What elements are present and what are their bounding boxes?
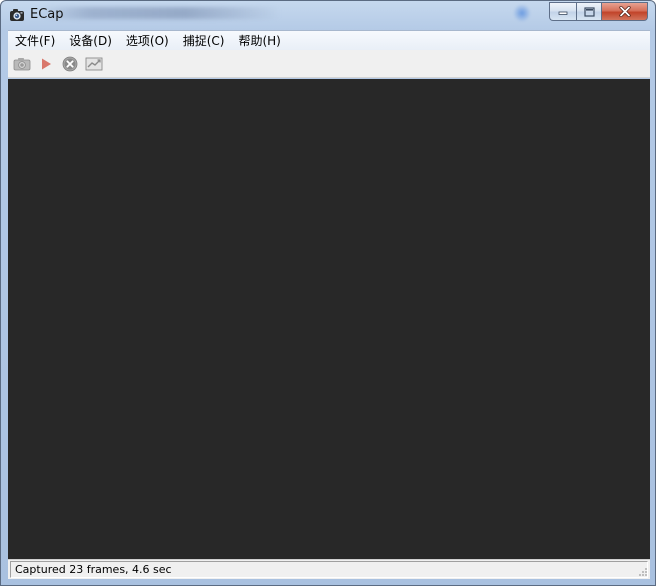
menu-options[interactable]: 选项(O) <box>119 32 176 50</box>
menu-file[interactable]: 文件(F) <box>8 32 62 50</box>
menu-device[interactable]: 设备(D) <box>62 32 119 50</box>
start-capture-button[interactable] <box>35 53 57 75</box>
resize-grip-icon[interactable] <box>638 567 648 577</box>
close-icon <box>618 6 631 17</box>
camera-icon <box>13 57 31 70</box>
video-preview-area[interactable] <box>8 79 650 559</box>
toolbar <box>8 50 650 78</box>
close-button[interactable] <box>602 2 648 21</box>
play-icon <box>42 58 51 69</box>
graph-button[interactable] <box>83 53 105 75</box>
menu-capture[interactable]: 捕捉(C) <box>176 32 232 50</box>
app-window: ECap 文件(F) 设备(D) 选项(O) 捕捉(C) 帮助(H) Captu… <box>0 0 656 586</box>
minimize-icon <box>558 11 568 15</box>
window-title: ECap <box>30 7 64 22</box>
graph-icon <box>85 57 103 70</box>
minimize-button[interactable] <box>549 2 576 21</box>
stop-icon <box>62 56 78 71</box>
title-bar[interactable]: ECap <box>1 1 655 29</box>
camera-app-icon[interactable] <box>9 7 25 23</box>
stop-capture-button[interactable] <box>59 53 81 75</box>
snapshot-button[interactable] <box>11 53 33 75</box>
status-bar: Captured 23 frames, 4.6 sec <box>8 559 650 579</box>
maximize-icon <box>583 6 595 17</box>
maximize-button[interactable] <box>576 2 602 21</box>
status-text: Captured 23 frames, 4.6 sec <box>10 561 648 578</box>
menu-help[interactable]: 帮助(H) <box>231 32 287 50</box>
menu-bar: 文件(F) 设备(D) 选项(O) 捕捉(C) 帮助(H) <box>8 30 650 50</box>
caption-buttons <box>549 2 648 21</box>
